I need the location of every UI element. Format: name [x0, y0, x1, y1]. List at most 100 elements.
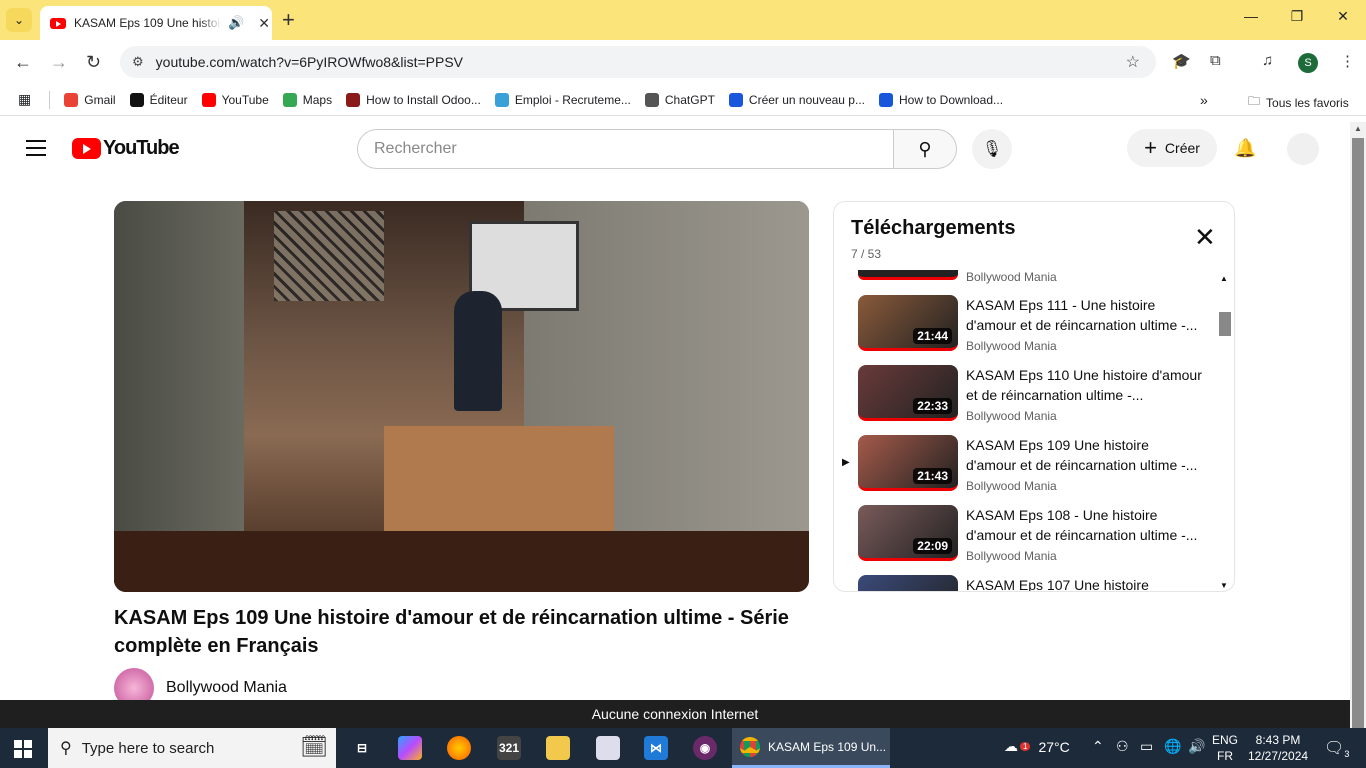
close-window-button[interactable]: ✕	[1320, 8, 1366, 25]
volume-icon[interactable]: 🔊	[1188, 738, 1205, 755]
divider	[49, 90, 51, 109]
apps-grid-icon[interactable]: ▦	[18, 91, 31, 108]
weather-widget[interactable]: ☁ 1 27°C	[1004, 738, 1070, 755]
video-thumbnail[interactable]: 22:09	[858, 505, 958, 561]
plus-icon: +	[1144, 135, 1157, 160]
voice-search-button[interactable]: 🎙	[972, 129, 1012, 169]
scroll-thumb[interactable]	[1219, 312, 1231, 336]
playlist-item-title[interactable]: KASAM Eps 109 Une histoire d'amour et de…	[966, 435, 1202, 475]
tab-search-button[interactable]: ⌄	[6, 8, 32, 32]
new-tab-button[interactable]: +	[282, 8, 295, 32]
search-button[interactable]: ⚲	[893, 129, 957, 169]
snipping-tool-icon[interactable]	[596, 736, 620, 760]
account-avatar[interactable]	[1287, 133, 1319, 165]
chrome-taskbar-button[interactable]: KASAM Eps 109 Un...	[732, 728, 890, 768]
close-tab-icon[interactable]: ✕	[258, 15, 270, 32]
clipchamp-icon[interactable]: 321	[497, 736, 521, 760]
close-playlist-icon[interactable]: ✕	[1194, 224, 1216, 250]
bookmark-item[interactable]: Gmail	[64, 92, 116, 107]
bookmark-item[interactable]: Maps	[282, 92, 332, 107]
video-thumbnail[interactable]: 21:43	[858, 435, 958, 491]
task-view-icon[interactable]: ⊟	[350, 736, 374, 760]
playlist-item-title[interactable]: KASAM Eps 107 Une histoire	[966, 575, 1202, 591]
page-scrollbar[interactable]: ▲	[1350, 122, 1366, 732]
tab-title: KASAM Eps 109 Une histoire d'amour	[74, 16, 222, 30]
playlist-title[interactable]: Téléchargements	[851, 217, 1016, 240]
forward-button[interactable]: →	[50, 52, 68, 73]
bookmark-item[interactable]: How to Download...	[878, 92, 1003, 107]
notifications-bell-icon[interactable]: 🔔	[1234, 138, 1256, 159]
playlist-item[interactable]: KASAM Eps 107 Une histoire	[834, 575, 1224, 591]
playlist-panel: Téléchargements 7 / 53 ✕ Bollywood Mania…	[833, 201, 1235, 592]
video-thumbnail[interactable]: 21:44	[858, 295, 958, 351]
active-tab[interactable]: KASAM Eps 109 Une histoire d'amour 🔊 ✕	[40, 6, 272, 40]
bookmark-item[interactable]: How to Install Odoo...	[346, 92, 481, 107]
duration-badge: 22:09	[913, 538, 952, 554]
youtube-favicon-icon	[50, 17, 66, 29]
network-icon[interactable]: 🌐	[1164, 738, 1181, 755]
taskbar-search-input[interactable]: ⚲ Type here to search 🗓	[48, 728, 336, 768]
profile-avatar[interactable]: S	[1298, 53, 1318, 73]
offline-banner: Aucune connexion Internet	[0, 700, 1350, 728]
site-info-icon[interactable]: ⚙	[132, 54, 144, 70]
minimize-button[interactable]: —	[1228, 8, 1274, 24]
reload-button[interactable]: ↻	[86, 52, 101, 73]
bookmark-item[interactable]: Éditeur	[129, 92, 188, 107]
address-bar[interactable]: ⚙ youtube.com/watch?v=6PyIROWfwo8&list=P…	[120, 46, 1156, 78]
search-input[interactable]: Rechercher	[357, 129, 894, 169]
notification-center-icon[interactable]: 🗨3	[1324, 738, 1349, 759]
playlist-item-title[interactable]: KASAM Eps 108 - Une histoire d'amour et …	[966, 505, 1202, 545]
menu-kebab-icon[interactable]: ⋮	[1340, 52, 1355, 70]
playlist-item-title[interactable]: KASAM Eps 111 - Une histoire d'amour et …	[966, 295, 1202, 335]
windows-start-icon[interactable]	[14, 740, 32, 758]
firefox-icon[interactable]	[447, 736, 471, 760]
scroll-up-icon[interactable]: ▲	[1220, 274, 1228, 283]
menu-icon[interactable]	[26, 140, 46, 156]
restore-button[interactable]: ❐	[1274, 8, 1320, 25]
file-explorer-icon[interactable]	[546, 736, 570, 760]
create-button[interactable]: + Créer	[1127, 129, 1217, 167]
audio-playing-icon[interactable]: 🔊	[228, 15, 244, 31]
bookmark-favicon-icon	[64, 92, 79, 107]
copilot-icon[interactable]	[398, 736, 422, 760]
scroll-down-icon[interactable]: ▼	[1220, 581, 1228, 590]
video-frame-floor	[114, 531, 809, 592]
playlist-item-title[interactable]: KASAM Eps 110 Une histoire d'amour et de…	[966, 365, 1202, 405]
youtube-logo[interactable]: YouTube	[72, 137, 180, 160]
bookmark-item[interactable]: Créer un nouveau p...	[728, 92, 865, 107]
obs-icon[interactable]: ◉	[693, 736, 717, 760]
video-thumbnail[interactable]: 22:33	[858, 365, 958, 421]
incognito-icon[interactable]: 🎓	[1172, 52, 1191, 70]
vscode-icon[interactable]: ⋈	[644, 736, 668, 760]
tab-strip: ⌄ KASAM Eps 109 Une histoire d'amour 🔊 ✕…	[0, 0, 1366, 40]
bookmark-star-icon[interactable]: ☆	[1126, 52, 1140, 72]
chrome-icon	[740, 736, 760, 757]
extensions-icon[interactable]: ⧉	[1210, 52, 1221, 69]
language-indicator[interactable]: ENG FR	[1212, 732, 1238, 764]
all-bookmarks-folder[interactable]: 🗀 Tous les favoris	[1248, 92, 1349, 113]
more-bookmarks-icon[interactable]: »	[1200, 92, 1208, 108]
bookmark-item[interactable]: Emploi - Recruteme...	[494, 92, 631, 107]
video-player[interactable]	[114, 201, 809, 592]
playlist-item[interactable]: 22:33 KASAM Eps 110 Une histoire d'amour …	[834, 365, 1224, 425]
bookmark-item[interactable]: YouTube	[201, 92, 269, 107]
clock[interactable]: 8:43 PM 12/27/2024	[1248, 732, 1308, 764]
playlist-item[interactable]: 22:09 KASAM Eps 108 - Une histoire d'amou…	[834, 505, 1224, 565]
media-control-icon[interactable]: ♫	[1262, 52, 1273, 69]
playlist-item[interactable]: ▶ 21:43 KASAM Eps 109 Une histoire d'amour…	[834, 435, 1224, 495]
back-button[interactable]: ←	[14, 52, 32, 73]
bookmark-label: YouTube	[221, 92, 269, 107]
meet-now-icon[interactable]: ⚇	[1116, 738, 1129, 755]
bookmark-favicon-icon	[346, 92, 361, 107]
show-hidden-icons[interactable]: ⌃	[1092, 738, 1104, 755]
bookmark-item[interactable]: ChatGPT	[644, 92, 715, 107]
partial-thumbnail[interactable]	[858, 270, 958, 280]
scroll-thumb[interactable]	[1352, 138, 1364, 732]
playlist-scrollbar[interactable]: ▲ ▼	[1218, 274, 1232, 590]
playlist-item[interactable]: 21:44 KASAM Eps 111 - Une histoire d'amou…	[834, 295, 1224, 355]
channel-name[interactable]: Bollywood Mania	[166, 679, 287, 697]
url-text[interactable]: youtube.com/watch?v=6PyIROWfwo8&list=PPS…	[156, 54, 463, 70]
scroll-up-icon[interactable]: ▲	[1354, 124, 1362, 133]
battery-icon[interactable]: ▭	[1140, 738, 1153, 755]
video-thumbnail[interactable]	[858, 575, 958, 591]
